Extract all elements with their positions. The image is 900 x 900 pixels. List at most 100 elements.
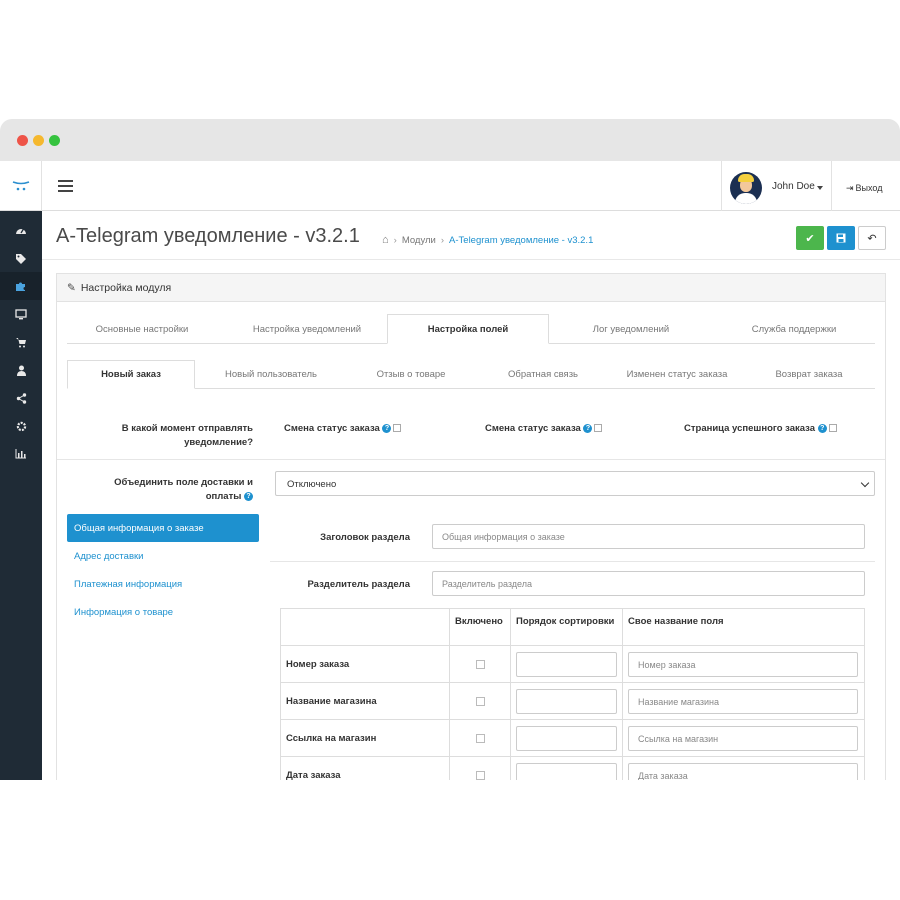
help-icon[interactable]: ? xyxy=(817,423,827,433)
sort-order-input[interactable] xyxy=(516,651,617,677)
notify-moment-label: В какой момент отправлять уведомление? xyxy=(121,423,253,448)
table-row: Ссылка на магазин Ссылка на магазин xyxy=(280,719,865,757)
fields-table: Включено Порядок сортировки Свое названи… xyxy=(280,608,865,780)
enabled-checkbox[interactable] xyxy=(475,696,485,706)
merge-fields-label-text: Объединить поле доставки и оплаты xyxy=(114,477,253,502)
sidebar xyxy=(0,211,42,780)
main-tabs: Основные настройки Настройка уведомлений… xyxy=(67,314,875,344)
tags-icon[interactable] xyxy=(0,244,42,272)
column-header-custom-name: Свое название поля xyxy=(622,608,865,646)
section-separator-input[interactable]: Разделитель раздела xyxy=(432,571,865,596)
menu-toggle-icon[interactable] xyxy=(58,180,73,192)
tab-main-settings[interactable]: Основные настройки xyxy=(67,314,217,344)
section-tab-payment[interactable]: Платежная информация xyxy=(67,570,259,598)
tab-support[interactable]: Служба поддержки xyxy=(713,314,875,344)
notify-checkbox-1[interactable] xyxy=(393,424,402,433)
browser-window: John Doe ⇥ Выход A-Telegram уведомление … xyxy=(0,119,900,780)
field-name: Дата заказа xyxy=(280,756,450,780)
sort-order-input[interactable] xyxy=(516,688,617,714)
tab-notification-settings[interactable]: Настройка уведомлений xyxy=(227,314,387,344)
help-icon[interactable]: ? xyxy=(244,491,253,501)
cart-icon[interactable] xyxy=(0,328,42,356)
page-title: A-Telegram уведомление - v3.2.1 xyxy=(56,225,360,247)
custom-name-input[interactable]: Дата заказа xyxy=(628,762,858,780)
section-tab-product[interactable]: Информация о товаре xyxy=(67,598,259,626)
monitor-icon[interactable] xyxy=(0,300,42,328)
panel-heading: ✎ Настройка модуля xyxy=(57,274,885,302)
tab-product-review[interactable]: Отзыв о товаре xyxy=(347,360,475,389)
opencart-logo-icon[interactable] xyxy=(0,161,42,211)
breadcrumb-separator: › xyxy=(440,234,445,246)
sort-order-input[interactable] xyxy=(516,725,617,751)
panel-heading-text: Настройка модуля xyxy=(80,282,172,294)
merge-fields-value: Отключено xyxy=(287,479,337,490)
tab-order-status-changed[interactable]: Изменен статус заказа xyxy=(611,360,743,389)
notify-option-label: Страница успешного заказа xyxy=(684,423,816,434)
tab-field-settings[interactable]: Настройка полей xyxy=(387,314,549,344)
tab-feedback[interactable]: Обратная связь xyxy=(475,360,611,389)
notify-checkbox-3[interactable] xyxy=(828,424,837,433)
section-tab-general[interactable]: Общая информация о заказе xyxy=(67,514,259,542)
back-button[interactable]: ↶ xyxy=(858,226,886,250)
enabled-checkbox[interactable] xyxy=(475,659,485,669)
breadcrumb-modules[interactable]: Модули xyxy=(402,235,436,246)
module-settings-panel: ✎ Настройка модуля Основные настройки Нас… xyxy=(56,273,886,780)
minimize-window-dot[interactable] xyxy=(33,135,44,146)
page-header: A-Telegram уведомление - v3.2.1 ⌂ › Моду… xyxy=(42,211,900,260)
notify-checkbox-2[interactable] xyxy=(594,424,603,433)
table-row: Номер заказа Номер заказа xyxy=(280,645,865,683)
enabled-checkbox[interactable] xyxy=(475,733,485,743)
divider xyxy=(57,459,885,460)
main-content: A-Telegram уведомление - v3.2.1 ⌂ › Моду… xyxy=(42,211,900,780)
enabled-checkbox[interactable] xyxy=(475,770,485,780)
home-icon[interactable]: ⌂ xyxy=(382,234,389,246)
notify-option-status-change-2[interactable]: Смена статус заказа ? xyxy=(485,423,603,434)
user-menu[interactable]: John Doe xyxy=(721,161,832,211)
sign-out-icon: ⇥ xyxy=(846,183,854,193)
column-header-field xyxy=(280,608,450,646)
gear-icon[interactable] xyxy=(0,412,42,440)
table-header-row: Включено Порядок сортировки Свое названи… xyxy=(280,608,865,646)
section-title-label: Заголовок раздела xyxy=(320,532,410,543)
custom-name-input[interactable]: Ссылка на магазин xyxy=(628,725,858,751)
dashboard-icon[interactable] xyxy=(0,216,42,244)
cart-logo-icon xyxy=(12,181,29,191)
order-type-tabs: Новый заказ Новый пользователь Отзыв о т… xyxy=(67,360,875,389)
tab-new-order[interactable]: Новый заказ xyxy=(67,360,195,389)
check-icon: ✔ xyxy=(805,232,815,245)
chevron-down-icon xyxy=(817,186,823,190)
user-icon[interactable] xyxy=(0,356,42,384)
section-title-input[interactable]: Общая информация о заказе xyxy=(432,524,865,549)
save-stay-button[interactable] xyxy=(827,226,855,250)
section-tabs: Общая информация о заказе Адрес доставки… xyxy=(67,514,259,626)
help-icon[interactable]: ? xyxy=(583,423,593,433)
section-tab-shipping[interactable]: Адрес доставки xyxy=(67,542,259,570)
bar-chart-icon[interactable] xyxy=(0,440,42,468)
field-name: Номер заказа xyxy=(280,645,450,683)
merge-fields-select[interactable]: Отключено xyxy=(275,471,875,496)
help-icon[interactable]: ? xyxy=(382,423,392,433)
floppy-disk-icon xyxy=(836,233,846,243)
logout-label: Выход xyxy=(855,183,883,193)
tab-notification-log[interactable]: Лог уведомлений xyxy=(549,314,713,344)
share-icon[interactable] xyxy=(0,384,42,412)
notify-option-status-change-1[interactable]: Смена статус заказа ? xyxy=(284,423,402,434)
user-name: John Doe xyxy=(772,181,815,192)
logout-link[interactable]: ⇥ Выход xyxy=(846,183,882,194)
chevron-down-icon xyxy=(860,478,870,488)
column-header-sort-order: Порядок сортировки xyxy=(510,608,623,646)
save-button[interactable]: ✔ xyxy=(796,226,824,250)
close-window-dot[interactable] xyxy=(17,135,28,146)
merge-fields-label: Объединить поле доставки и оплаты ? xyxy=(97,476,253,504)
sort-order-input[interactable] xyxy=(516,762,617,780)
custom-name-input[interactable]: Номер заказа xyxy=(628,651,858,677)
custom-name-input[interactable]: Название магазина xyxy=(628,688,858,714)
tab-new-user[interactable]: Новый пользователь xyxy=(195,360,347,389)
field-name: Ссылка на магазин xyxy=(280,719,450,757)
notify-option-success-page[interactable]: Страница успешного заказа ? xyxy=(684,423,837,434)
breadcrumb-current[interactable]: A-Telegram уведомление - v3.2.1 xyxy=(449,235,593,246)
tab-order-return[interactable]: Возврат заказа xyxy=(743,360,875,389)
maximize-window-dot[interactable] xyxy=(49,135,60,146)
puzzle-icon[interactable] xyxy=(0,272,42,300)
pencil-icon: ✎ xyxy=(67,282,76,294)
